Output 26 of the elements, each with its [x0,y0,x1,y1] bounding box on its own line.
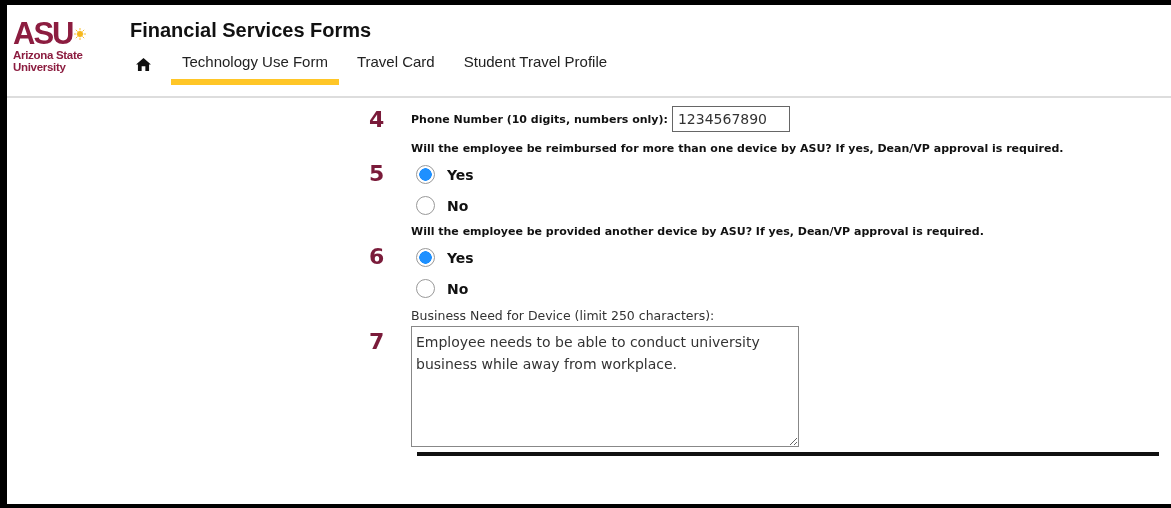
text-area[interactable]: Employee needs to be able to conduct university business while away from workplace. [411,326,799,447]
step-number: 6 [368,244,386,269]
step-number: 5 [368,161,386,186]
sun-icon [74,28,87,40]
logo-name: Arizona State University [13,49,84,73]
logo-mark: ASU [13,19,73,49]
step-number: 7 [368,329,386,354]
phone-field[interactable]: 1234567890 [671,106,790,132]
page-title: Financial Services Forms [130,19,373,42]
question-text: Will the employee be provided another device by ASU? If yes, Dean/VP approval is required. [411,225,985,238]
option-label: No [447,197,469,214]
nav-tab[interactable]: Student Travel Profile [452,53,619,85]
field-label: Business Need for Device (limit 250 characters): [411,308,716,323]
option-label: No [447,280,469,297]
step-number: 4 [368,106,386,132]
radio-button[interactable] [416,165,435,184]
field-label: Phone Number (10 digits, numbers only): [411,112,668,126]
radio-button[interactable] [416,248,435,267]
nav-tab[interactable]: Travel Card [345,53,446,85]
question-text: Will the employee be reimbursed for more than one device by ASU? If yes, Dean/VP approval is required. [411,142,1065,155]
option-label: Yes [447,166,474,183]
radio-button[interactable] [416,196,435,215]
nav-tab[interactable]: Technology Use Form [171,53,339,85]
radio-button[interactable] [416,279,435,298]
option-label: Yes [447,249,474,266]
home-icon[interactable] [136,58,151,71]
